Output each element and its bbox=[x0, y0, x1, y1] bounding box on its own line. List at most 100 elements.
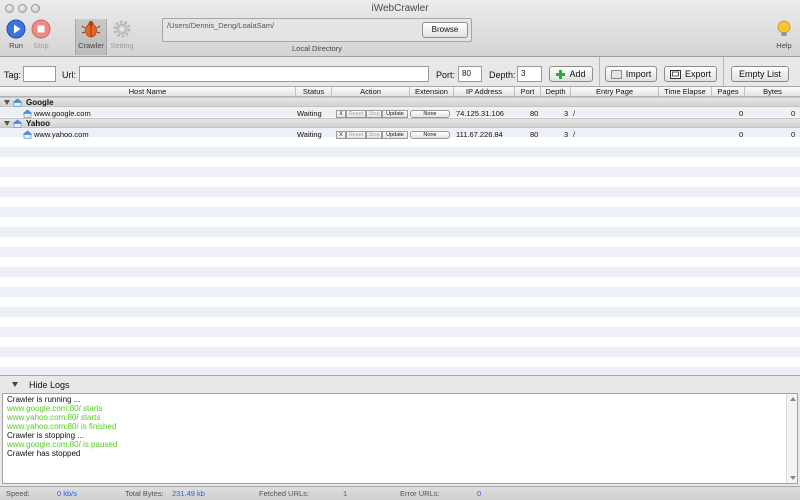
port-value: 80 bbox=[530, 130, 539, 139]
group-row-google[interactable]: Google bbox=[0, 97, 800, 107]
column-header-action[interactable]: Action bbox=[332, 87, 410, 97]
log-line: www.google.com:80/ starts bbox=[7, 404, 103, 413]
house-icon bbox=[22, 109, 33, 118]
total-bytes-label: Total Bytes: bbox=[125, 489, 164, 498]
add-button[interactable]: Add bbox=[549, 66, 593, 82]
disclosure-triangle-icon[interactable] bbox=[4, 121, 10, 126]
table-row[interactable]: www.yahoo.com Waiting X Reset Stop Updat… bbox=[0, 129, 800, 140]
stop-label: Stop bbox=[33, 41, 49, 50]
add-label: Add bbox=[569, 69, 586, 79]
ip-address: 111.67.226.84 bbox=[456, 130, 503, 139]
tag-label: Tag: bbox=[4, 70, 22, 80]
crawler-tab[interactable]: Crawler bbox=[75, 19, 107, 55]
group-name: Yahoo bbox=[26, 119, 51, 128]
port-input[interactable]: 80 bbox=[458, 66, 482, 82]
bug-icon bbox=[81, 21, 101, 38]
column-header-ip[interactable]: IP Address bbox=[454, 87, 515, 97]
stop-icon bbox=[31, 19, 51, 39]
reset-button[interactable]: Reset bbox=[346, 131, 366, 139]
status-bar: Speed: 0 kb/s Total Bytes: 231.49 kb Fet… bbox=[0, 486, 800, 500]
house-icon bbox=[22, 130, 33, 139]
column-header-time-elapse[interactable]: Time Elapse bbox=[659, 87, 712, 97]
remove-button[interactable]: X bbox=[336, 110, 346, 118]
stop-button[interactable]: Stop bbox=[25, 19, 57, 55]
hide-logs-toggle[interactable]: Hide Logs bbox=[29, 380, 70, 390]
scroll-up-icon[interactable] bbox=[790, 397, 796, 401]
extension-select[interactable]: None bbox=[410, 131, 450, 139]
log-line: Crawler has stopped bbox=[7, 449, 81, 458]
gear-icon bbox=[113, 20, 131, 38]
scroll-down-icon[interactable] bbox=[790, 476, 796, 480]
column-header-status[interactable]: Status bbox=[296, 87, 332, 97]
export-label: Export bbox=[684, 69, 711, 79]
column-header-port[interactable]: Port bbox=[515, 87, 541, 97]
help-button[interactable]: Help bbox=[768, 19, 800, 55]
reset-button[interactable]: Reset bbox=[346, 110, 366, 118]
help-label: Help bbox=[776, 41, 792, 50]
error-urls-label: Error URLs: bbox=[400, 489, 440, 498]
port-label: Port: bbox=[436, 70, 456, 80]
column-header-entry-page[interactable]: Entry Page bbox=[571, 87, 659, 97]
entry-page: / bbox=[573, 130, 576, 139]
log-line: www.yahoo.com:80/ starts bbox=[7, 413, 101, 422]
column-header-extension[interactable]: Extension bbox=[410, 87, 454, 97]
depth-value: 3 bbox=[564, 130, 569, 139]
log-panel[interactable]: Crawler is running ... www.google.com:80… bbox=[2, 393, 798, 484]
local-directory-label: Local Directory bbox=[291, 44, 343, 53]
local-directory-box: /Users/Dennis_Deng/LoalaSam/ Browse bbox=[162, 18, 472, 42]
error-urls-value: 0 bbox=[477, 489, 482, 498]
log-scrollbar[interactable] bbox=[786, 394, 797, 483]
house-icon bbox=[12, 98, 23, 107]
crawler-label: Crawler bbox=[78, 41, 104, 50]
setting-tab[interactable]: Setting bbox=[106, 19, 138, 55]
update-button[interactable]: Update bbox=[382, 131, 408, 139]
empty-list-button[interactable]: Empty List bbox=[731, 66, 789, 82]
window-toolbar: iWebCrawler Run Stop Crawler Setting /Us… bbox=[0, 0, 800, 57]
disclosure-triangle-icon[interactable] bbox=[12, 382, 18, 387]
remove-button[interactable]: X bbox=[336, 131, 346, 139]
group-row-yahoo[interactable]: Yahoo bbox=[0, 118, 800, 128]
fetched-urls-label: Fetched URLs: bbox=[259, 489, 310, 498]
toolbar-divider bbox=[723, 57, 724, 87]
import-icon bbox=[610, 69, 622, 79]
speed-value: 0 kb/s bbox=[57, 489, 78, 498]
plus-icon bbox=[556, 69, 566, 79]
lightbulb-icon bbox=[777, 20, 791, 36]
stop-row-button[interactable]: Stop bbox=[366, 110, 382, 118]
host-name: www.yahoo.com bbox=[34, 130, 89, 139]
column-header-bytes[interactable]: Bytes bbox=[745, 87, 800, 97]
house-icon bbox=[12, 119, 23, 128]
fetched-urls-value: 1 bbox=[343, 489, 348, 498]
url-label: Url: bbox=[62, 70, 76, 80]
log-line: Crawler is stopping ... bbox=[7, 431, 84, 440]
logs-header[interactable]: Hide Logs bbox=[0, 377, 800, 393]
status-text: Waiting bbox=[297, 130, 322, 139]
stop-row-button[interactable]: Stop bbox=[366, 131, 382, 139]
column-header-depth[interactable]: Depth bbox=[541, 87, 571, 97]
browse-button[interactable]: Browse bbox=[422, 22, 468, 38]
window-title: iWebCrawler bbox=[371, 3, 429, 14]
tag-input[interactable] bbox=[23, 66, 56, 82]
column-header-pages[interactable]: Pages bbox=[712, 87, 745, 97]
pages-count: 0 bbox=[739, 130, 744, 139]
depth-label: Depth: bbox=[489, 70, 516, 80]
export-button[interactable]: Export bbox=[664, 66, 717, 82]
setting-label: Setting bbox=[110, 41, 134, 50]
import-label: Import bbox=[625, 69, 652, 79]
log-line: www.yahoo.com:80/ is finished bbox=[7, 422, 117, 431]
play-icon bbox=[6, 19, 26, 39]
log-line: Crawler is running ... bbox=[7, 395, 81, 404]
group-name: Google bbox=[26, 98, 54, 107]
import-button[interactable]: Import bbox=[605, 66, 657, 82]
total-bytes-value: 231.49 kb bbox=[172, 489, 205, 498]
depth-input[interactable]: 3 bbox=[517, 66, 542, 82]
url-input[interactable] bbox=[79, 66, 429, 82]
update-button[interactable]: Update bbox=[382, 110, 408, 118]
crawl-table: Host Name Status Action Extension IP Add… bbox=[0, 86, 800, 376]
extension-select[interactable]: None bbox=[410, 110, 450, 118]
bytes-count: 0 bbox=[791, 130, 796, 139]
add-url-bar: Tag: Url: Port: 80 Depth: 3 Add Import E… bbox=[0, 57, 800, 87]
column-header-host[interactable]: Host Name bbox=[0, 87, 296, 97]
disclosure-triangle-icon[interactable] bbox=[4, 100, 10, 105]
export-icon bbox=[669, 69, 681, 79]
